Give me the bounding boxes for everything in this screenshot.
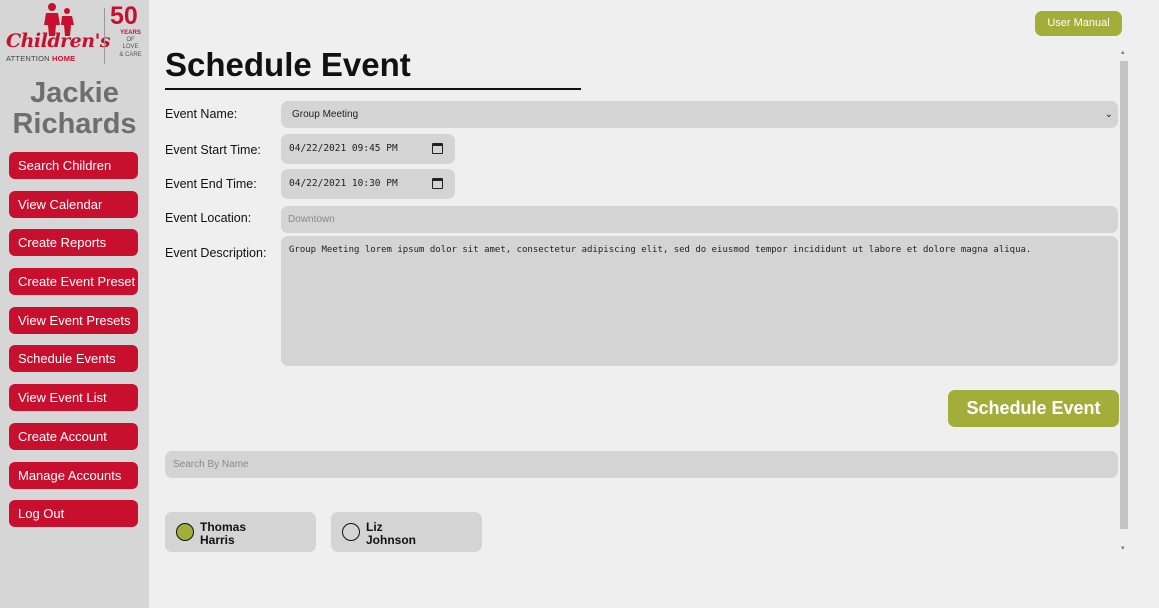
nav-view-calendar[interactable]: View Calendar [9, 190, 138, 218]
logo-divider [104, 8, 105, 64]
brand-attention: ATTENTION [6, 54, 50, 63]
title-underline [165, 88, 581, 90]
anniversary-and-care: & CARE [119, 51, 142, 58]
chevron-down-icon: ⌄ [1104, 109, 1113, 120]
sidebar: Children's ATTENTION HOME 50 YEARS OF LO… [0, 0, 149, 608]
search-placeholder: Search By Name [173, 459, 249, 470]
schedule-event-button[interactable]: Schedule Event [948, 390, 1119, 427]
brand-subtitle: ATTENTION HOME [6, 54, 75, 63]
child-last-name: Johnson [366, 532, 416, 547]
user-name: Jackie Richards [0, 77, 149, 141]
brand-home: HOME [52, 54, 76, 63]
page-title: Schedule Event [165, 46, 411, 83]
anniversary-text: YEARS OF LOVE & CARE [119, 30, 142, 59]
start-time-input[interactable]: 04/22/2021 09:45 PM [281, 134, 455, 164]
end-time-input[interactable]: 04/22/2021 10:30 PM [281, 169, 455, 199]
end-time-value: 04/22/2021 10:30 PM [289, 178, 398, 189]
user-first-name: Jackie [30, 77, 119, 109]
selected-radio-icon[interactable] [176, 523, 194, 541]
description-value: Group Meeting lorem ipsum dolor sit amet… [289, 245, 1032, 255]
nav-view-event-list[interactable]: View Event List [9, 384, 138, 412]
nav-create-reports[interactable]: Create Reports [9, 229, 138, 257]
unselected-radio-icon[interactable] [342, 523, 360, 541]
event-name-select[interactable]: Group Meeting ⌄ [281, 101, 1118, 128]
search-by-name-input[interactable]: Search By Name [165, 451, 1118, 478]
brand-script-name: Children's [6, 30, 111, 52]
nav-search-children[interactable]: Search Children [9, 152, 138, 179]
nav-schedule-events[interactable]: Schedule Events [9, 345, 138, 373]
child-card-liz-johnson[interactable]: Liz Johnson [331, 512, 482, 552]
nav-create-account[interactable]: Create Account [9, 422, 138, 450]
start-time-value: 04/22/2021 09:45 PM [289, 143, 398, 154]
event-name-value: Group Meeting [292, 109, 359, 120]
event-name-label: Event Name: [165, 107, 238, 121]
child-last-name: Harris [200, 532, 235, 547]
start-time-label: Event Start Time: [165, 143, 261, 157]
anniversary-of-love: OF LOVE [122, 37, 139, 51]
location-input[interactable]: Downtown [281, 206, 1118, 233]
location-placeholder: Downtown [288, 214, 335, 225]
brand-logo: Children's ATTENTION HOME 50 YEARS OF LO… [6, 2, 142, 68]
scroll-up-icon[interactable]: ▴ [1121, 48, 1125, 56]
anniversary-number: 50 [110, 2, 138, 30]
user-manual-button[interactable]: User Manual [1035, 11, 1122, 36]
calendar-icon[interactable] [432, 178, 443, 189]
nav-create-event-preset[interactable]: Create Event Preset [9, 268, 138, 296]
child-name: Liz Johnson [366, 521, 416, 546]
location-label: Event Location: [165, 211, 252, 225]
sidebar-nav: Search Children View Calendar Create Rep… [9, 152, 138, 539]
description-textarea[interactable]: Group Meeting lorem ipsum dolor sit amet… [281, 236, 1118, 366]
nav-log-out[interactable]: Log Out [9, 500, 138, 528]
child-name: Thomas Harris [200, 521, 246, 546]
child-card-thomas-harris[interactable]: Thomas Harris [165, 512, 316, 552]
child-first-name: Thomas [200, 520, 247, 534]
user-last-name: Richards [12, 108, 137, 141]
child-first-name: Liz [366, 520, 383, 534]
anniversary-years: YEARS [120, 30, 141, 36]
nav-manage-accounts[interactable]: Manage Accounts [9, 461, 138, 489]
end-time-label: Event End Time: [165, 177, 257, 191]
scroll-down-icon[interactable]: ▾ [1121, 544, 1125, 552]
scrollbar-thumb[interactable] [1120, 61, 1128, 529]
calendar-icon[interactable] [432, 143, 443, 154]
nav-view-event-presets[interactable]: View Event Presets [9, 306, 138, 334]
description-label: Event Description: [165, 246, 267, 260]
